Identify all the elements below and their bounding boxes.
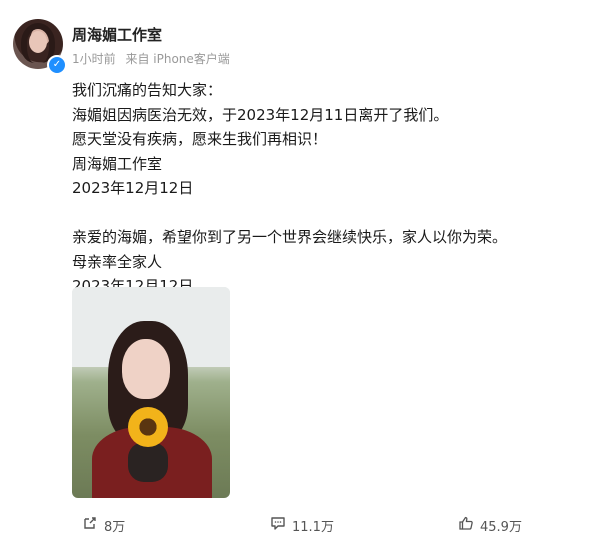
- share-count: 8万: [104, 519, 126, 535]
- sunflower: [128, 407, 168, 447]
- comment-count: 11.1万: [292, 519, 334, 535]
- like-count: 45.9万: [480, 519, 522, 535]
- post-line: 愿天堂没有疾病，愿来生我们再相识！: [72, 130, 328, 148]
- comment-button[interactable]: 11.1万: [270, 513, 334, 537]
- post-line: 我们沉痛的告知大家：: [72, 81, 223, 99]
- like-button[interactable]: 45.9万: [458, 513, 522, 537]
- share-icon: [82, 515, 98, 535]
- post-line: 海媚姐因病医治无效，于2023年12月11日离开了我们。: [72, 105, 449, 124]
- post-meta: 1小时前 来自 iPhone客户端: [72, 50, 230, 67]
- username[interactable]: 周海媚工作室: [72, 24, 162, 45]
- post-line: 2023年12月12日: [72, 179, 194, 197]
- thumbs-up-icon: [458, 515, 474, 535]
- action-bar: 8万 11.1万 45.9万: [0, 513, 600, 537]
- post-time: 1小时前: [72, 52, 116, 66]
- comment-icon: [270, 515, 286, 535]
- post-source: 来自 iPhone客户端: [125, 52, 230, 66]
- post-body: 我们沉痛的告知大家： 海媚姐因病医治无效，于2023年12月11日离开了我们。 …: [72, 78, 582, 299]
- verified-badge-icon: ✓: [47, 55, 67, 75]
- post-line: 周海媚工作室: [72, 154, 163, 173]
- photo-glove: [128, 442, 168, 482]
- photo-face: [122, 339, 170, 399]
- share-button[interactable]: 8万: [82, 513, 125, 537]
- post-photo[interactable]: [72, 287, 230, 498]
- avatar-face: [29, 31, 47, 53]
- post-line: 亲爱的海媚，希望你到了另一个世界会继续快乐，家人以你为荣。: [72, 228, 508, 246]
- post-line: 母亲率全家人: [72, 252, 163, 271]
